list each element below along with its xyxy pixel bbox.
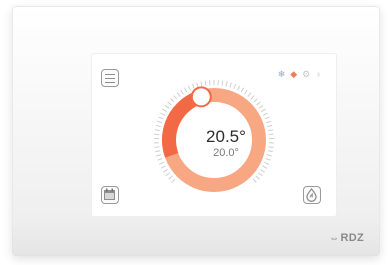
dial-tick [260,169,265,173]
brand-logo: ⇔RDZ [329,232,364,244]
dial-tick [154,129,160,132]
brand-arrows-icon: ⇔ [329,233,340,244]
dial-tick [183,87,188,93]
dial-tick [154,146,160,148]
dial-tick [268,146,274,148]
humidity-drop-icon: ♁ [315,69,322,79]
dial-tick [253,98,258,103]
current-temperature: 20.5° [206,127,246,146]
dial-tick [168,175,173,180]
dial-tick [167,101,172,106]
dial-tick [171,178,176,183]
dial-tick [200,81,203,87]
dial-tick [165,172,171,177]
dial-tick [162,108,168,113]
dial-tick [260,108,266,113]
brand-name: RDZ [340,232,364,244]
dial-tick [262,112,268,116]
dial-tick [266,120,272,124]
dial-tick [204,80,207,86]
dial-tick [180,89,184,95]
dial-tick [256,101,261,106]
dial-tick [170,98,175,103]
dial-tick [267,150,273,153]
dial-tick [233,83,237,89]
dial-tick [155,124,161,128]
dial-tick [155,150,161,153]
dial-tick [160,112,166,116]
snowflake-icon: ❄ [277,69,286,79]
dial-tick [265,158,271,161]
dial-tick [187,85,191,91]
dial-tick [160,165,166,169]
dial-tick [229,82,232,88]
dial-tick [262,165,268,169]
dial-tick [225,81,228,87]
dial-tick [191,83,195,89]
dial-tick [267,124,273,128]
dial-tick [266,154,272,157]
dial-tick [176,92,181,97]
menu-icon [105,73,115,86]
dial-tick [255,175,260,180]
thermostat-device: ❄ ◆ ⚙ ♁ 20.5° 20.0° ⇔RDZ [12,6,380,256]
dial-tick [252,178,257,183]
calendar-icon [104,188,115,200]
dial-tick [157,158,163,161]
schedule-button[interactable] [101,186,119,204]
dial-tick [264,116,270,120]
dial-tick [158,161,164,165]
status-icons: ❄ ◆ ⚙ ♁ [278,69,322,79]
dial-tick [237,85,241,91]
set-temperature: 20.0° [213,147,239,159]
dial-tick [196,82,199,88]
fan-icon: ⚙ [302,69,311,79]
heating-diamond-icon: ◆ [290,69,298,79]
dial-tick [240,87,245,93]
dial-tick [158,116,164,120]
dial-tick [156,120,162,124]
dial-tick [268,129,274,132]
thermostat-screen: ❄ ◆ ⚙ ♁ 20.5° 20.0° [92,54,336,216]
dial-knob[interactable] [190,86,212,108]
dial-tick [221,80,224,86]
dial-tick [247,92,252,97]
dial-tick [258,105,264,109]
eco-button[interactable] [303,186,321,204]
dial-tick [257,172,263,177]
dial-tick [164,105,170,109]
device-shade [12,216,380,256]
dial-tick [156,154,162,157]
eco-drop-icon [306,188,317,202]
dial-tick [244,89,248,95]
menu-button[interactable] [101,69,119,87]
dial-tick [173,95,178,100]
dial-tick [163,169,168,173]
dial-tick [250,95,255,100]
dial-tick [264,161,270,165]
